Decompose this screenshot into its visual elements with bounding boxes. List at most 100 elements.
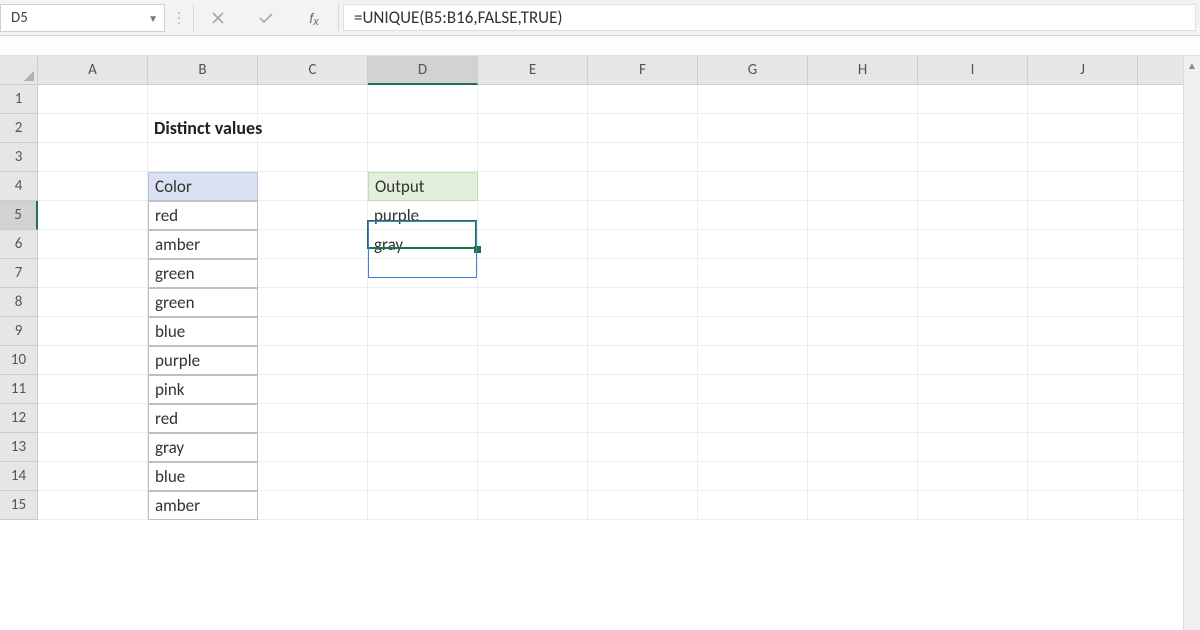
row-header-12[interactable]: 12 [0,404,38,433]
cell-B11[interactable]: pink [148,375,258,404]
cell-C12[interactable] [258,404,368,433]
cell-J6[interactable] [1028,230,1138,259]
cell-G3[interactable] [698,143,808,172]
cell-I1[interactable] [918,85,1028,114]
column-header-B[interactable]: B [148,56,258,85]
row-header-1[interactable]: 1 [0,85,38,114]
cell-B4[interactable]: Color [148,172,258,201]
cell-A3[interactable] [38,143,148,172]
cell-D15[interactable] [368,491,478,520]
cell-H7[interactable] [808,259,918,288]
cell-H10[interactable] [808,346,918,375]
row-header-14[interactable]: 14 [0,462,38,491]
cell-A14[interactable] [38,462,148,491]
cell-C9[interactable] [258,317,368,346]
row-header-4[interactable]: 4 [0,172,38,201]
cell-F11[interactable] [588,375,698,404]
cell-F6[interactable] [588,230,698,259]
cell-D9[interactable] [368,317,478,346]
cell-I11[interactable] [918,375,1028,404]
cell-I7[interactable] [918,259,1028,288]
cell-C6[interactable] [258,230,368,259]
cell-F2[interactable] [588,114,698,143]
cell-A13[interactable] [38,433,148,462]
column-header-G[interactable]: G [698,56,808,85]
cell-E12[interactable] [478,404,588,433]
row-header-15[interactable]: 15 [0,491,38,520]
cell-D8[interactable] [368,288,478,317]
chevron-down-icon[interactable]: ▼ [148,12,158,25]
cell-G15[interactable] [698,491,808,520]
cell-B5[interactable]: red [148,201,258,230]
cell-C5[interactable] [258,201,368,230]
cell-G12[interactable] [698,404,808,433]
cell-B14[interactable]: blue [148,462,258,491]
cell-B15[interactable]: amber [148,491,258,520]
cell-E4[interactable] [478,172,588,201]
vertical-scrollbar[interactable]: ▲ [1183,56,1200,630]
cell-I10[interactable] [918,346,1028,375]
cell-E2[interactable] [478,114,588,143]
cell-D7[interactable] [368,259,478,288]
cell-H6[interactable] [808,230,918,259]
cell-H5[interactable] [808,201,918,230]
column-header-E[interactable]: E [478,56,588,85]
cell-D6[interactable]: gray [368,230,478,259]
cell-J2[interactable] [1028,114,1138,143]
cell-A2[interactable] [38,114,148,143]
cell-E14[interactable] [478,462,588,491]
cell-G9[interactable] [698,317,808,346]
cell-D10[interactable] [368,346,478,375]
scroll-up-icon[interactable]: ▲ [1184,56,1200,74]
cell-G13[interactable] [698,433,808,462]
cell-B9[interactable]: blue [148,317,258,346]
cell-J12[interactable] [1028,404,1138,433]
cell-A6[interactable] [38,230,148,259]
row-header-9[interactable]: 9 [0,317,38,346]
cell-D14[interactable] [368,462,478,491]
cell-D12[interactable] [368,404,478,433]
cell-B8[interactable]: green [148,288,258,317]
cell-H14[interactable] [808,462,918,491]
column-header-I[interactable]: I [918,56,1028,85]
cell-A1[interactable] [38,85,148,114]
cell-F4[interactable] [588,172,698,201]
cell-A11[interactable] [38,375,148,404]
cell-F3[interactable] [588,143,698,172]
cell-E8[interactable] [478,288,588,317]
cell-C10[interactable] [258,346,368,375]
cell-H15[interactable] [808,491,918,520]
cell-C15[interactable] [258,491,368,520]
cell-H9[interactable] [808,317,918,346]
cell-J5[interactable] [1028,201,1138,230]
cell-F10[interactable] [588,346,698,375]
column-header-C[interactable]: C [258,56,368,85]
cell-D5[interactable]: purple [368,201,478,230]
cell-A5[interactable] [38,201,148,230]
cell-D13[interactable] [368,433,478,462]
cell-J15[interactable] [1028,491,1138,520]
cell-J4[interactable] [1028,172,1138,201]
cell-B6[interactable]: amber [148,230,258,259]
cell-D11[interactable] [368,375,478,404]
cell-C1[interactable] [258,85,368,114]
cell-F9[interactable] [588,317,698,346]
cell-A7[interactable] [38,259,148,288]
select-all-corner[interactable] [0,56,38,85]
cell-E7[interactable] [478,259,588,288]
cell-G10[interactable] [698,346,808,375]
cell-D2[interactable] [368,114,478,143]
cell-E6[interactable] [478,230,588,259]
column-header-D[interactable]: D [368,56,478,85]
cell-G14[interactable] [698,462,808,491]
cell-G6[interactable] [698,230,808,259]
cell-C4[interactable] [258,172,368,201]
cancel-formula-button[interactable] [194,0,242,35]
cell-G1[interactable] [698,85,808,114]
formula-input[interactable]: =UNIQUE(B5:B16,FALSE,TRUE) [343,4,1196,31]
insert-function-button[interactable]: fx [290,0,338,35]
cell-H13[interactable] [808,433,918,462]
row-header-2[interactable]: 2 [0,114,38,143]
row-header-3[interactable]: 3 [0,143,38,172]
cell-A9[interactable] [38,317,148,346]
